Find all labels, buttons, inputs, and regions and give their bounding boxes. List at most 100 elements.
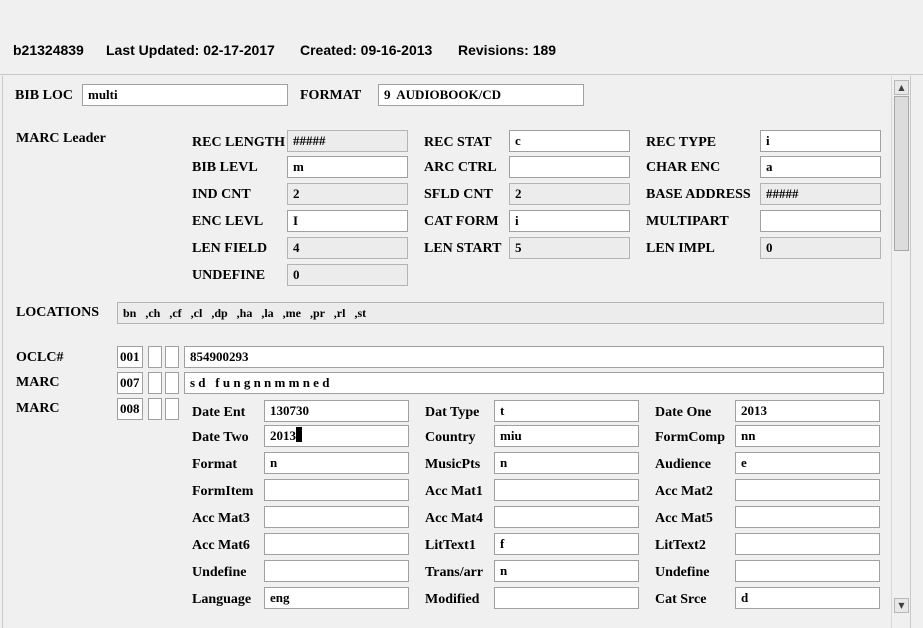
littext2-field[interactable] <box>735 533 880 555</box>
oclc-indicator-1[interactable] <box>148 346 162 368</box>
marc-007-indicator-2[interactable] <box>165 372 179 394</box>
acc-mat4-field[interactable] <box>494 506 639 528</box>
rec-type-label: REC TYPE <box>646 135 717 150</box>
undefine-008-label: Undefine <box>192 565 247 580</box>
rec-stat-label: REC STAT <box>424 135 492 150</box>
enc-levl-label: ENC LEVL <box>192 214 264 229</box>
littext1-label: LitText1 <box>425 538 476 553</box>
date-ent-label: Date Ent <box>192 405 246 420</box>
base-address-field: ##### <box>760 183 881 205</box>
last-updated: Last Updated: 02-17-2017 <box>106 42 275 58</box>
sfld-cnt-label: SFLD CNT <box>424 187 493 202</box>
marc-008-indicator-1[interactable] <box>148 398 162 420</box>
marc-008-label: MARC <box>16 401 60 416</box>
undefine-008-field[interactable] <box>264 560 409 582</box>
cat-form-field[interactable]: i <box>509 210 630 232</box>
formitem-field[interactable] <box>264 479 409 501</box>
audience-field[interactable]: e <box>735 452 880 474</box>
acc-mat1-field[interactable] <box>494 479 639 501</box>
cat-srce-field[interactable]: d <box>735 587 880 609</box>
bib-levl-field[interactable]: m <box>287 156 408 178</box>
acc-mat1-label: Acc Mat1 <box>425 484 483 499</box>
format-field[interactable]: 9 AUDIOBOOK/CD <box>378 84 584 106</box>
len-start-field: 5 <box>509 237 630 259</box>
marc-leader-label: MARC Leader <box>16 131 106 146</box>
acc-mat6-field[interactable] <box>264 533 409 555</box>
arc-ctrl-field[interactable] <box>509 156 630 178</box>
rec-stat-field[interactable]: c <box>509 130 630 152</box>
enc-levl-field[interactable]: I <box>287 210 408 232</box>
acc-mat3-field[interactable] <box>264 506 409 528</box>
len-impl-field: 0 <box>760 237 881 259</box>
undefine-field: 0 <box>287 264 408 286</box>
country-label: Country <box>425 430 476 445</box>
rec-type-field[interactable]: i <box>760 130 881 152</box>
window-edge <box>910 76 923 628</box>
formitem-label: FormItem <box>192 484 254 499</box>
ind-cnt-field: 2 <box>287 183 408 205</box>
arrow-down-icon[interactable]: ▼ <box>894 598 909 613</box>
date-ent-field[interactable]: 130730 <box>264 400 409 422</box>
acc-mat5-label: Acc Mat5 <box>655 511 713 526</box>
locations-label: LOCATIONS <box>16 305 99 320</box>
oclc-indicator-2[interactable] <box>165 346 179 368</box>
musicpts-label: MusicPts <box>425 457 481 472</box>
formcomp-field[interactable]: nn <box>735 425 880 447</box>
arrow-up-icon[interactable]: ▲ <box>894 80 909 95</box>
rec-length-field: ##### <box>287 130 408 152</box>
oclc-label: OCLC# <box>16 350 64 365</box>
multipart-field[interactable] <box>760 210 881 232</box>
modified-field[interactable] <box>494 587 639 609</box>
record-id: b21324839 <box>13 42 84 58</box>
oclc-tag[interactable]: 001 <box>117 346 143 368</box>
language-field[interactable]: eng <box>264 587 409 609</box>
formcomp-label: FormComp <box>655 430 725 445</box>
bib-loc-field[interactable]: multi <box>82 84 288 106</box>
littext2-label: LitText2 <box>655 538 706 553</box>
marc-008-tag[interactable]: 008 <box>117 398 143 420</box>
vertical-scrollbar[interactable]: ▲ ▼ <box>891 76 911 628</box>
record-header: b21324839 Last Updated: 02-17-2017 Creat… <box>0 0 923 75</box>
dat-type-field[interactable]: t <box>494 400 639 422</box>
audience-label: Audience <box>655 457 711 472</box>
date-one-field[interactable]: 2013 <box>735 400 880 422</box>
format-label: FORMAT <box>300 88 362 103</box>
base-address-label: BASE ADDRESS <box>646 187 751 202</box>
dat-type-label: Dat Type <box>425 405 480 420</box>
cat-srce-label: Cat Srce <box>655 592 707 607</box>
text-cursor <box>296 427 302 442</box>
date-one-label: Date One <box>655 405 712 420</box>
acc-mat2-label: Acc Mat2 <box>655 484 713 499</box>
multipart-label: MULTIPART <box>646 214 729 229</box>
musicpts-field[interactable]: n <box>494 452 639 474</box>
revisions-count: Revisions: 189 <box>458 42 557 58</box>
marc-008-indicator-2[interactable] <box>165 398 179 420</box>
format-008-label: Format <box>192 457 238 472</box>
scrollbar-thumb[interactable] <box>894 96 909 251</box>
acc-mat6-label: Acc Mat6 <box>192 538 250 553</box>
country-field[interactable]: miu <box>494 425 639 447</box>
format-008-field[interactable]: n <box>264 452 409 474</box>
char-enc-field[interactable]: a <box>760 156 881 178</box>
language-label: Language <box>192 592 252 607</box>
len-field-label: LEN FIELD <box>192 241 268 256</box>
marc-007-indicator-1[interactable] <box>148 372 162 394</box>
trans-arr-field[interactable]: n <box>494 560 639 582</box>
len-impl-label: LEN IMPL <box>646 241 715 256</box>
marc-007-tag[interactable]: 007 <box>117 372 143 394</box>
acc-mat5-field[interactable] <box>735 506 880 528</box>
oclc-field[interactable]: 854900293 <box>184 346 884 368</box>
acc-mat2-field[interactable] <box>735 479 880 501</box>
littext1-field[interactable]: f <box>494 533 639 555</box>
modified-label: Modified <box>425 592 480 607</box>
ind-cnt-label: IND CNT <box>192 187 251 202</box>
undefine-label: UNDEFINE <box>192 268 266 283</box>
len-start-label: LEN START <box>424 241 502 256</box>
undefine-008-b-field[interactable] <box>735 560 880 582</box>
date-two-value: 2013 <box>270 428 296 443</box>
rec-length-label: REC LENGTH <box>192 135 285 150</box>
marc-007-field[interactable]: s d f u n g n n m m n e d <box>184 372 884 394</box>
date-two-field[interactable]: 2013 <box>264 425 409 447</box>
created-date: Created: 09-16-2013 <box>300 42 433 58</box>
acc-mat4-label: Acc Mat4 <box>425 511 483 526</box>
